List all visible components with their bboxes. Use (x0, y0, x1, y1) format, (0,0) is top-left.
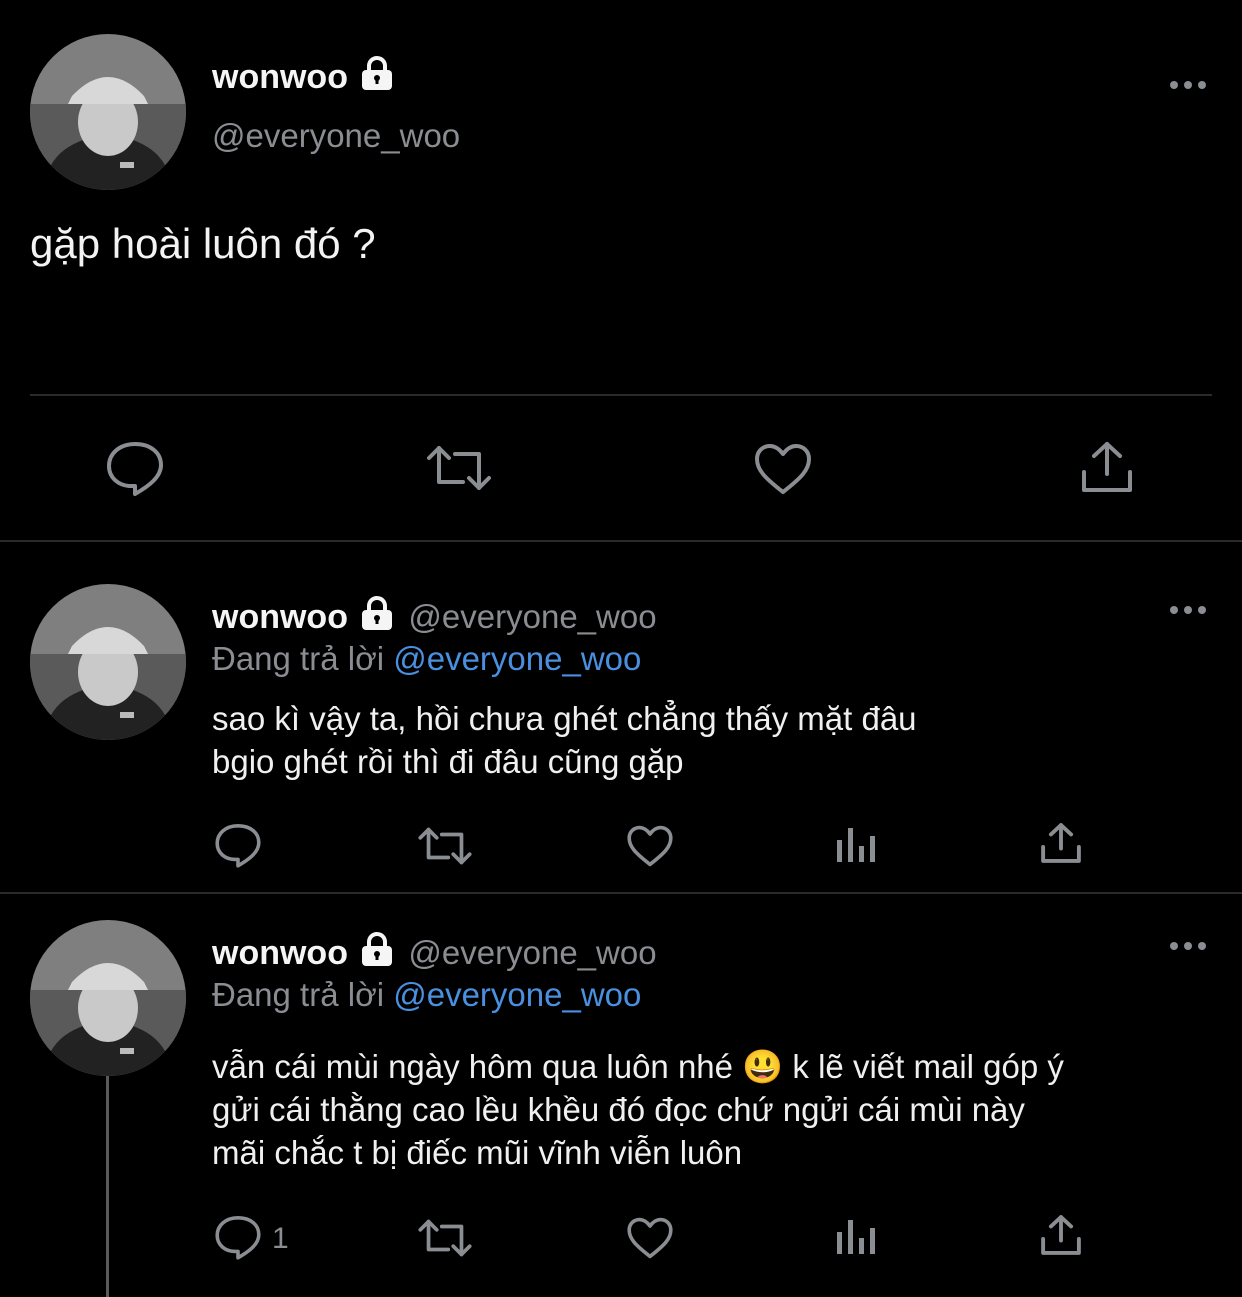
replying-to: Đang trả lời @everyone_woo (212, 976, 642, 1013)
analytics-icon[interactable] (835, 822, 877, 869)
reply-header: wonwoo @everyone_woo (212, 932, 657, 973)
reply-header: wonwoo @everyone_woo (212, 596, 657, 637)
display-name[interactable]: wonwoo (212, 56, 396, 99)
reply-text: vẫn cái mùi ngày hôm qua luôn nhé 😃 k lẽ… (212, 1048, 1064, 1171)
handle[interactable]: @everyone_woo (212, 117, 460, 155)
share-icon[interactable] (1040, 1214, 1082, 1261)
avatar[interactable] (30, 584, 186, 740)
handle[interactable]: @everyone_woo (408, 598, 656, 635)
replying-to: Đang trả lời @everyone_woo (212, 640, 642, 677)
retweet-icon[interactable] (417, 826, 473, 871)
divider (30, 394, 1212, 396)
share-icon[interactable] (1080, 440, 1134, 499)
replying-to-link[interactable]: @everyone_woo (393, 976, 641, 1013)
tweet-text: gặp hoài luôn đó ? (30, 220, 376, 267)
divider (0, 892, 1242, 894)
divider (0, 540, 1242, 542)
display-name[interactable]: wonwoo (212, 598, 348, 636)
reply-icon[interactable] (214, 822, 262, 873)
reply-count: 1 (272, 1222, 289, 1255)
reply-icon[interactable] (214, 1214, 262, 1265)
avatar[interactable] (30, 920, 186, 1076)
lock-icon (358, 932, 396, 971)
display-name[interactable]: wonwoo (212, 934, 348, 972)
avatar[interactable] (30, 34, 186, 190)
retweet-icon[interactable] (425, 444, 493, 497)
replying-to-link[interactable]: @everyone_woo (393, 640, 641, 677)
more-options-icon[interactable] (1170, 603, 1210, 615)
like-icon[interactable] (753, 442, 813, 501)
handle[interactable]: @everyone_woo (408, 934, 656, 971)
like-icon[interactable] (626, 824, 674, 873)
thread-line (106, 1076, 109, 1297)
like-icon[interactable] (626, 1216, 674, 1265)
analytics-icon[interactable] (835, 1214, 877, 1261)
more-options-icon[interactable] (1170, 78, 1210, 90)
retweet-icon[interactable] (417, 1218, 473, 1263)
lock-icon (358, 56, 396, 99)
more-options-icon[interactable] (1170, 939, 1210, 951)
lock-icon (358, 596, 396, 635)
reply-text: sao kì vậy ta, hồi chưa ghét chẳng thấy … (212, 700, 917, 780)
share-icon[interactable] (1040, 822, 1082, 869)
reply-icon[interactable] (105, 440, 165, 501)
